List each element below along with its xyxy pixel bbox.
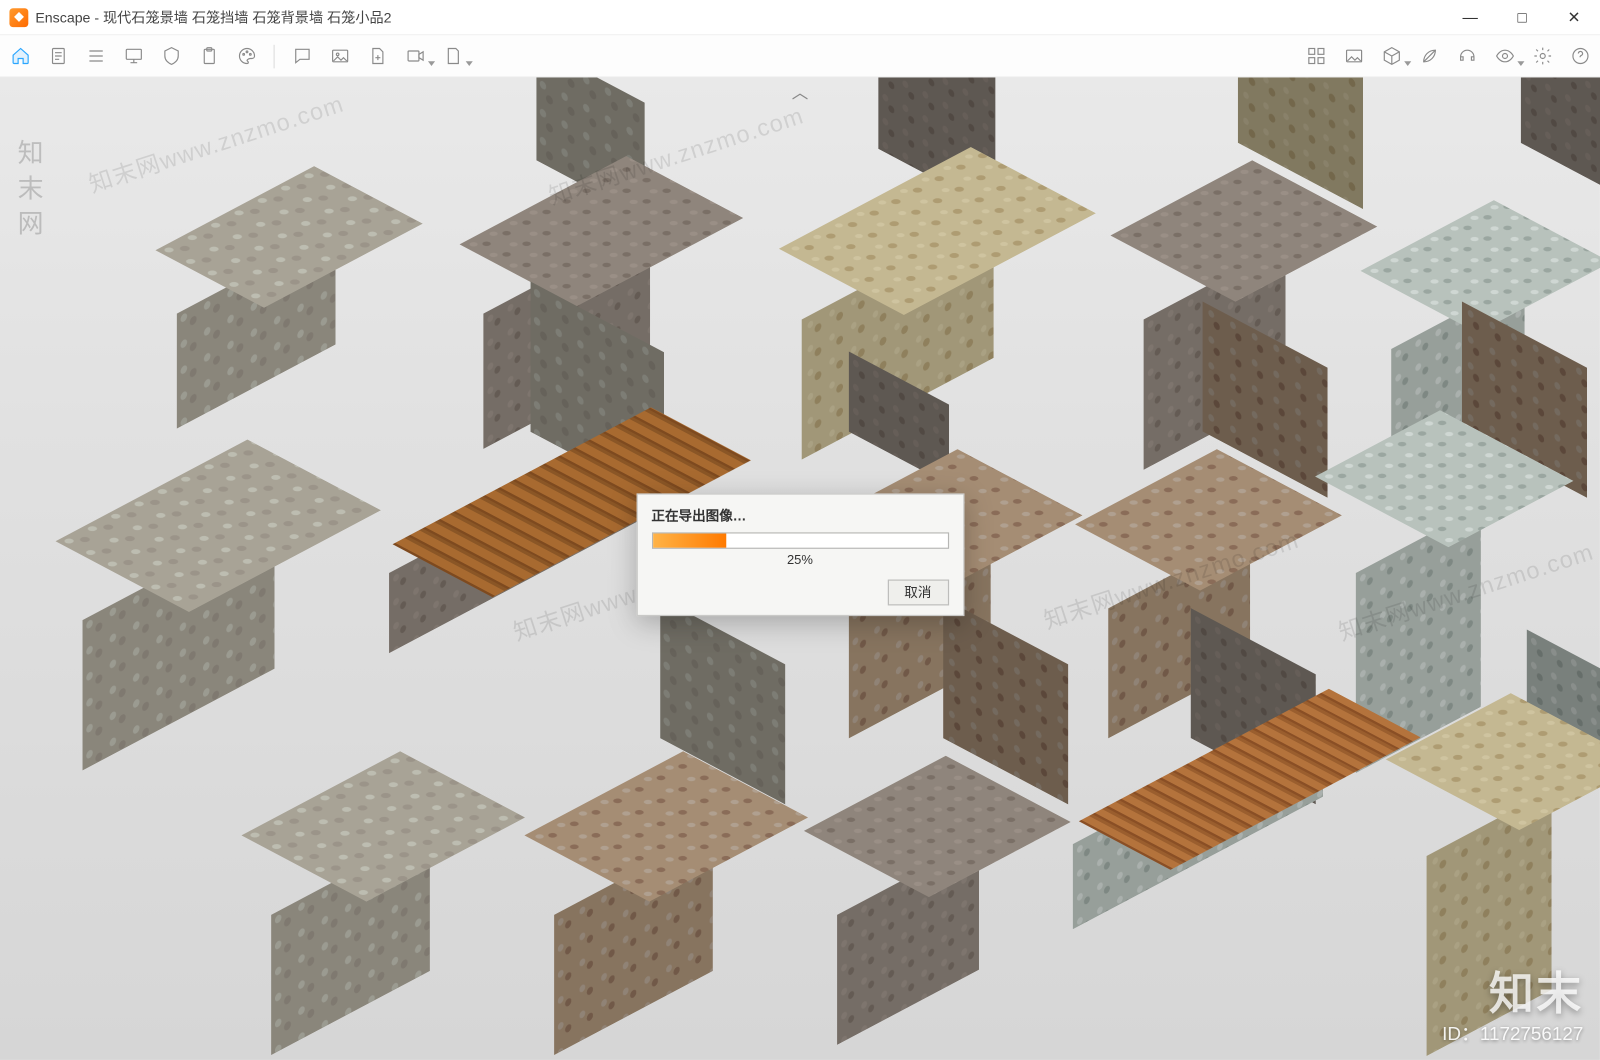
toolbar-right-group xyxy=(1305,45,1590,66)
window-minimize-button[interactable]: — xyxy=(1444,0,1496,35)
window-maximize-button[interactable]: □ xyxy=(1496,0,1548,35)
grid-icon[interactable] xyxy=(1305,45,1326,66)
image-icon[interactable] xyxy=(329,45,350,66)
help-icon[interactable] xyxy=(1569,45,1590,66)
home-icon[interactable] xyxy=(9,45,30,66)
clipboard-icon[interactable] xyxy=(198,45,219,66)
window-close-button[interactable]: ✕ xyxy=(1548,0,1600,35)
progress-bar xyxy=(651,532,948,549)
progress-percent-label: 25% xyxy=(651,553,948,567)
file-plus-icon[interactable] xyxy=(367,45,388,66)
gear-icon[interactable] xyxy=(1532,45,1553,66)
title-bar: ◆ Enscape - 现代石笼景墙 石笼挡墙 石笼背景墙 石笼小品2 — □ … xyxy=(0,0,1600,35)
app-name: Enscape xyxy=(35,9,90,26)
export-progress-dialog: 正在导出图像… 25% 取消 xyxy=(636,493,964,616)
leaf-icon[interactable] xyxy=(1418,45,1439,66)
progress-bar-fill xyxy=(653,533,727,547)
picture-icon[interactable] xyxy=(1343,45,1364,66)
headset-icon[interactable] xyxy=(1456,45,1477,66)
eye-icon[interactable] xyxy=(1494,45,1515,66)
list-icon[interactable] xyxy=(85,45,106,66)
render-viewport[interactable]: ︿ 知末网 知末网www.znzmo.com 知末网www.znzmo.com … xyxy=(0,78,1600,1060)
window-title: Enscape - 现代石笼景墙 石笼挡墙 石笼背景墙 石笼小品2 xyxy=(35,7,391,27)
toolbar-divider xyxy=(274,44,275,68)
cancel-button[interactable]: 取消 xyxy=(887,579,948,605)
monitor-icon[interactable] xyxy=(123,45,144,66)
dialog-title: 正在导出图像… xyxy=(651,506,948,525)
watermark-left: 知末网 xyxy=(9,139,47,245)
toolbar-left-group xyxy=(9,44,463,68)
chat-icon[interactable] xyxy=(291,45,312,66)
collapse-caret-icon[interactable]: ︿ xyxy=(792,80,809,104)
palette-icon[interactable] xyxy=(236,45,257,66)
document-title: 现代石笼景墙 石笼挡墙 石笼背景墙 石笼小品2 xyxy=(103,9,391,26)
cube-shield-icon[interactable] xyxy=(160,45,181,66)
page-icon[interactable] xyxy=(442,45,463,66)
document-icon[interactable] xyxy=(47,45,68,66)
main-toolbar xyxy=(0,35,1600,77)
video-icon[interactable] xyxy=(404,45,425,66)
enscape-logo-icon: ◆ xyxy=(9,8,28,27)
box-icon[interactable] xyxy=(1381,45,1402,66)
